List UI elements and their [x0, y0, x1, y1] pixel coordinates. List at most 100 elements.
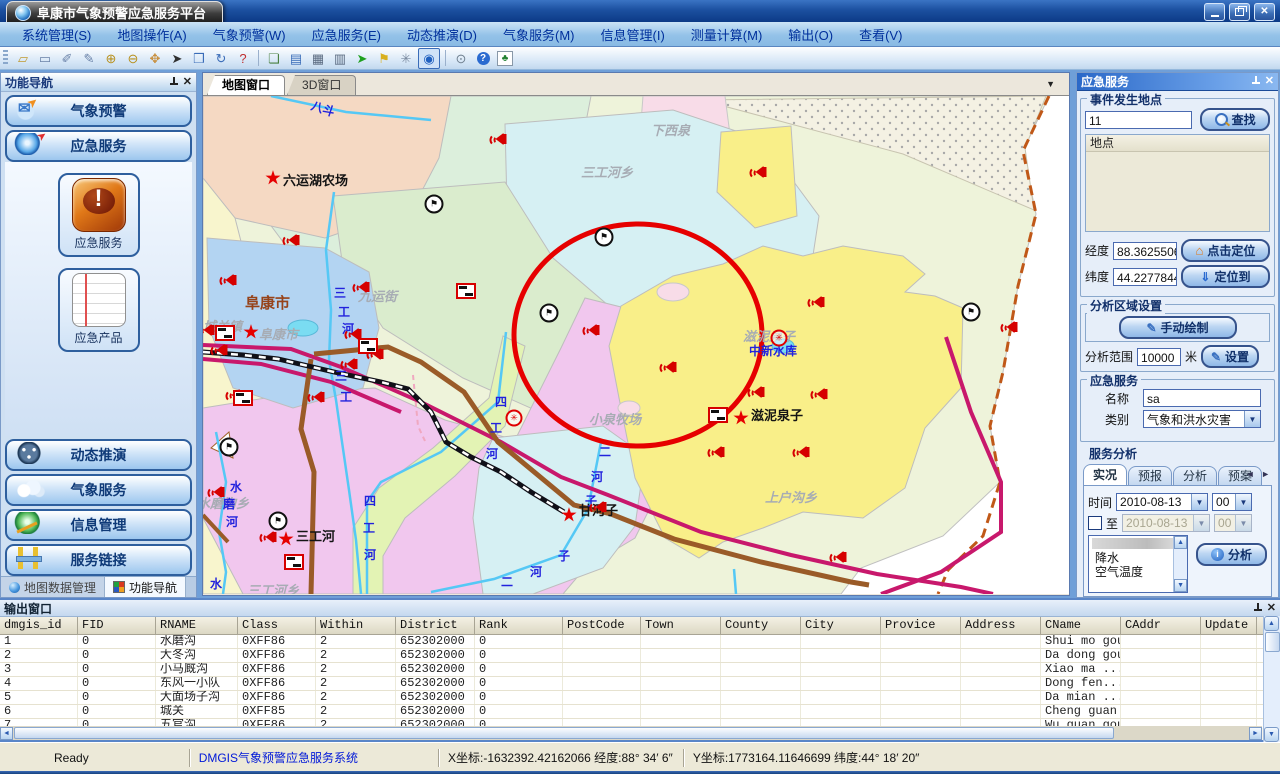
- scene-icon[interactable]: ♣: [495, 49, 515, 68]
- column-header-Update[interactable]: Update: [1201, 617, 1257, 634]
- latitude-input[interactable]: 44.22778446: [1113, 268, 1177, 286]
- analyze-button[interactable]: i 分析: [1196, 543, 1267, 566]
- speaker-marker-icon[interactable]: [750, 165, 767, 179]
- globe-tool-icon[interactable]: ◉: [418, 48, 440, 69]
- select-free-icon[interactable]: ✐: [57, 49, 77, 68]
- red-circle-marker-icon[interactable]: ✳: [506, 410, 523, 427]
- menu-item-9[interactable]: 查看(V): [847, 23, 914, 46]
- speaker-marker-icon[interactable]: [260, 530, 277, 544]
- to-checkbox[interactable]: [1088, 516, 1102, 530]
- hscroll-thumb[interactable]: [14, 727, 1114, 739]
- star-marker-icon[interactable]: ★: [733, 410, 748, 427]
- output-close-icon[interactable]: [1267, 603, 1276, 614]
- range-input[interactable]: 10000: [1137, 348, 1181, 366]
- panel-close-icon[interactable]: [1265, 76, 1274, 87]
- tab-scroll-icons[interactable]: [1246, 469, 1272, 479]
- star-marker-icon[interactable]: ★: [561, 507, 576, 524]
- star-marker-icon[interactable]: ★: [265, 170, 280, 187]
- column-header-Rank[interactable]: Rank: [475, 617, 563, 634]
- speaker-marker-icon[interactable]: [583, 323, 600, 337]
- speaker-marker-icon[interactable]: [811, 387, 828, 401]
- column-header-CAddr[interactable]: CAddr: [1121, 617, 1201, 634]
- table-row[interactable]: 50大面场子沟0XFF8626523020000Da mian ...: [0, 691, 1280, 705]
- flag-marker-icon[interactable]: [708, 407, 728, 423]
- tab-function-navigation[interactable]: 功能导航: [105, 577, 186, 597]
- set-button[interactable]: 设置: [1201, 345, 1259, 368]
- settings-icon[interactable]: ✳: [396, 49, 416, 68]
- monument-marker-icon[interactable]: ⚑: [540, 304, 559, 323]
- monument-marker-icon[interactable]: ⚑: [220, 438, 239, 457]
- flag-marker-icon[interactable]: [215, 325, 235, 341]
- column-header-Town[interactable]: Town: [641, 617, 721, 634]
- table-row[interactable]: 30小马厩沟0XFF8626523020000Xiao ma ...: [0, 663, 1280, 677]
- output-vscrollbar[interactable]: [1263, 616, 1280, 742]
- column-header-dmgis_id[interactable]: dmgis_id: [0, 617, 78, 634]
- listbox-item[interactable]: 降水: [1092, 551, 1184, 565]
- speaker-marker-icon[interactable]: [590, 500, 607, 514]
- nav-group-service-links[interactable]: 服务链接: [5, 544, 192, 576]
- tab-analysis[interactable]: 分析: [1173, 466, 1217, 485]
- nav-group-emergency-service[interactable]: 应急服务: [5, 130, 192, 162]
- column-header-CName[interactable]: CName: [1041, 617, 1121, 634]
- speaker-marker-icon[interactable]: [490, 132, 507, 146]
- column-header-PostCode[interactable]: PostCode: [563, 617, 641, 634]
- close-button[interactable]: ✕: [1254, 3, 1275, 21]
- tab-3d-view[interactable]: 3D窗口: [287, 75, 356, 95]
- speaker-marker-icon[interactable]: [283, 233, 300, 247]
- speaker-marker-icon[interactable]: [748, 385, 765, 399]
- speaker-marker-icon[interactable]: [203, 323, 215, 337]
- print-preview-icon[interactable]: ▥: [330, 49, 350, 68]
- zoom-out-icon[interactable]: ⊖: [123, 49, 143, 68]
- map-tab-dropdown-icon[interactable]: [1046, 79, 1055, 89]
- emergency-service-button[interactable]: 应急服务: [58, 173, 140, 257]
- tab-forecast[interactable]: 预报: [1128, 466, 1172, 485]
- monument-marker-icon[interactable]: ⚑: [269, 512, 288, 531]
- column-header-Address[interactable]: Address: [961, 617, 1041, 634]
- tab-live[interactable]: 实况: [1083, 464, 1127, 485]
- scroll-up-icon[interactable]: [1174, 536, 1187, 549]
- nav-group-info-management[interactable]: 信息管理: [5, 509, 192, 541]
- select-poly-icon[interactable]: ✎: [79, 49, 99, 68]
- nav-pin-icon[interactable]: [169, 77, 178, 88]
- column-header-District[interactable]: District: [396, 617, 475, 634]
- full-extent-icon[interactable]: ❒: [189, 49, 209, 68]
- pan-icon[interactable]: ✥: [145, 49, 165, 68]
- table-row[interactable]: 10水磨沟0XFF8626523020000Shui mo gou: [0, 635, 1280, 649]
- map-canvas[interactable]: 六运湖农场三工河乡下西泉九运街阜康市城关镇阜康市滋泥泉子中新水库滋泥泉子小泉牧场…: [203, 96, 1069, 594]
- speaker-marker-icon[interactable]: [1001, 320, 1018, 334]
- speaker-marker-icon[interactable]: [211, 343, 228, 357]
- speaker-marker-icon[interactable]: [793, 445, 810, 459]
- minimize-button[interactable]: [1204, 3, 1225, 21]
- help-icon[interactable]: ?: [473, 49, 493, 68]
- zoom-in-icon[interactable]: ⊕: [101, 49, 121, 68]
- locate-to-button[interactable]: 定位到: [1181, 265, 1270, 288]
- menu-item-1[interactable]: 地图操作(A): [105, 23, 198, 46]
- speaker-marker-icon[interactable]: [660, 360, 677, 374]
- flag-marker-icon[interactable]: [358, 338, 378, 354]
- manual-draw-button[interactable]: 手动绘制: [1119, 316, 1237, 339]
- layers-icon[interactable]: ❏: [264, 49, 284, 68]
- nav-group-weather-service[interactable]: 气象服务: [5, 474, 192, 506]
- menu-item-2[interactable]: 气象预警(W): [201, 23, 298, 46]
- find-button[interactable]: 查找: [1200, 108, 1270, 131]
- speaker-marker-icon[interactable]: [708, 445, 725, 459]
- placemark-icon[interactable]: ⚑: [374, 49, 394, 68]
- vscroll-thumb[interactable]: [1265, 632, 1280, 652]
- click-locate-button[interactable]: 点击定位: [1181, 239, 1270, 262]
- speaker-marker-icon[interactable]: [220, 273, 237, 287]
- menu-item-7[interactable]: 测量计算(M): [679, 23, 775, 46]
- dropdown-arrow-icon[interactable]: [1244, 411, 1260, 427]
- star-marker-icon[interactable]: ★: [243, 324, 258, 341]
- toolbar-grip[interactable]: [3, 50, 8, 66]
- menu-item-8[interactable]: 输出(O): [776, 23, 845, 46]
- speaker-marker-icon[interactable]: [308, 390, 325, 404]
- column-header-FID[interactable]: FID: [78, 617, 156, 634]
- nav-group-dynamic-deduction[interactable]: 动态推演: [5, 439, 192, 471]
- flag-marker-icon[interactable]: [233, 390, 253, 406]
- tab-map-data-management[interactable]: 地图数据管理: [1, 577, 105, 597]
- star-marker-icon[interactable]: ★: [278, 531, 293, 548]
- location-list[interactable]: 地点: [1085, 134, 1270, 232]
- menu-item-6[interactable]: 信息管理(I): [589, 23, 677, 46]
- type-select[interactable]: 气象和洪水灾害: [1143, 410, 1261, 428]
- listbox-scrollbar[interactable]: [1173, 536, 1187, 592]
